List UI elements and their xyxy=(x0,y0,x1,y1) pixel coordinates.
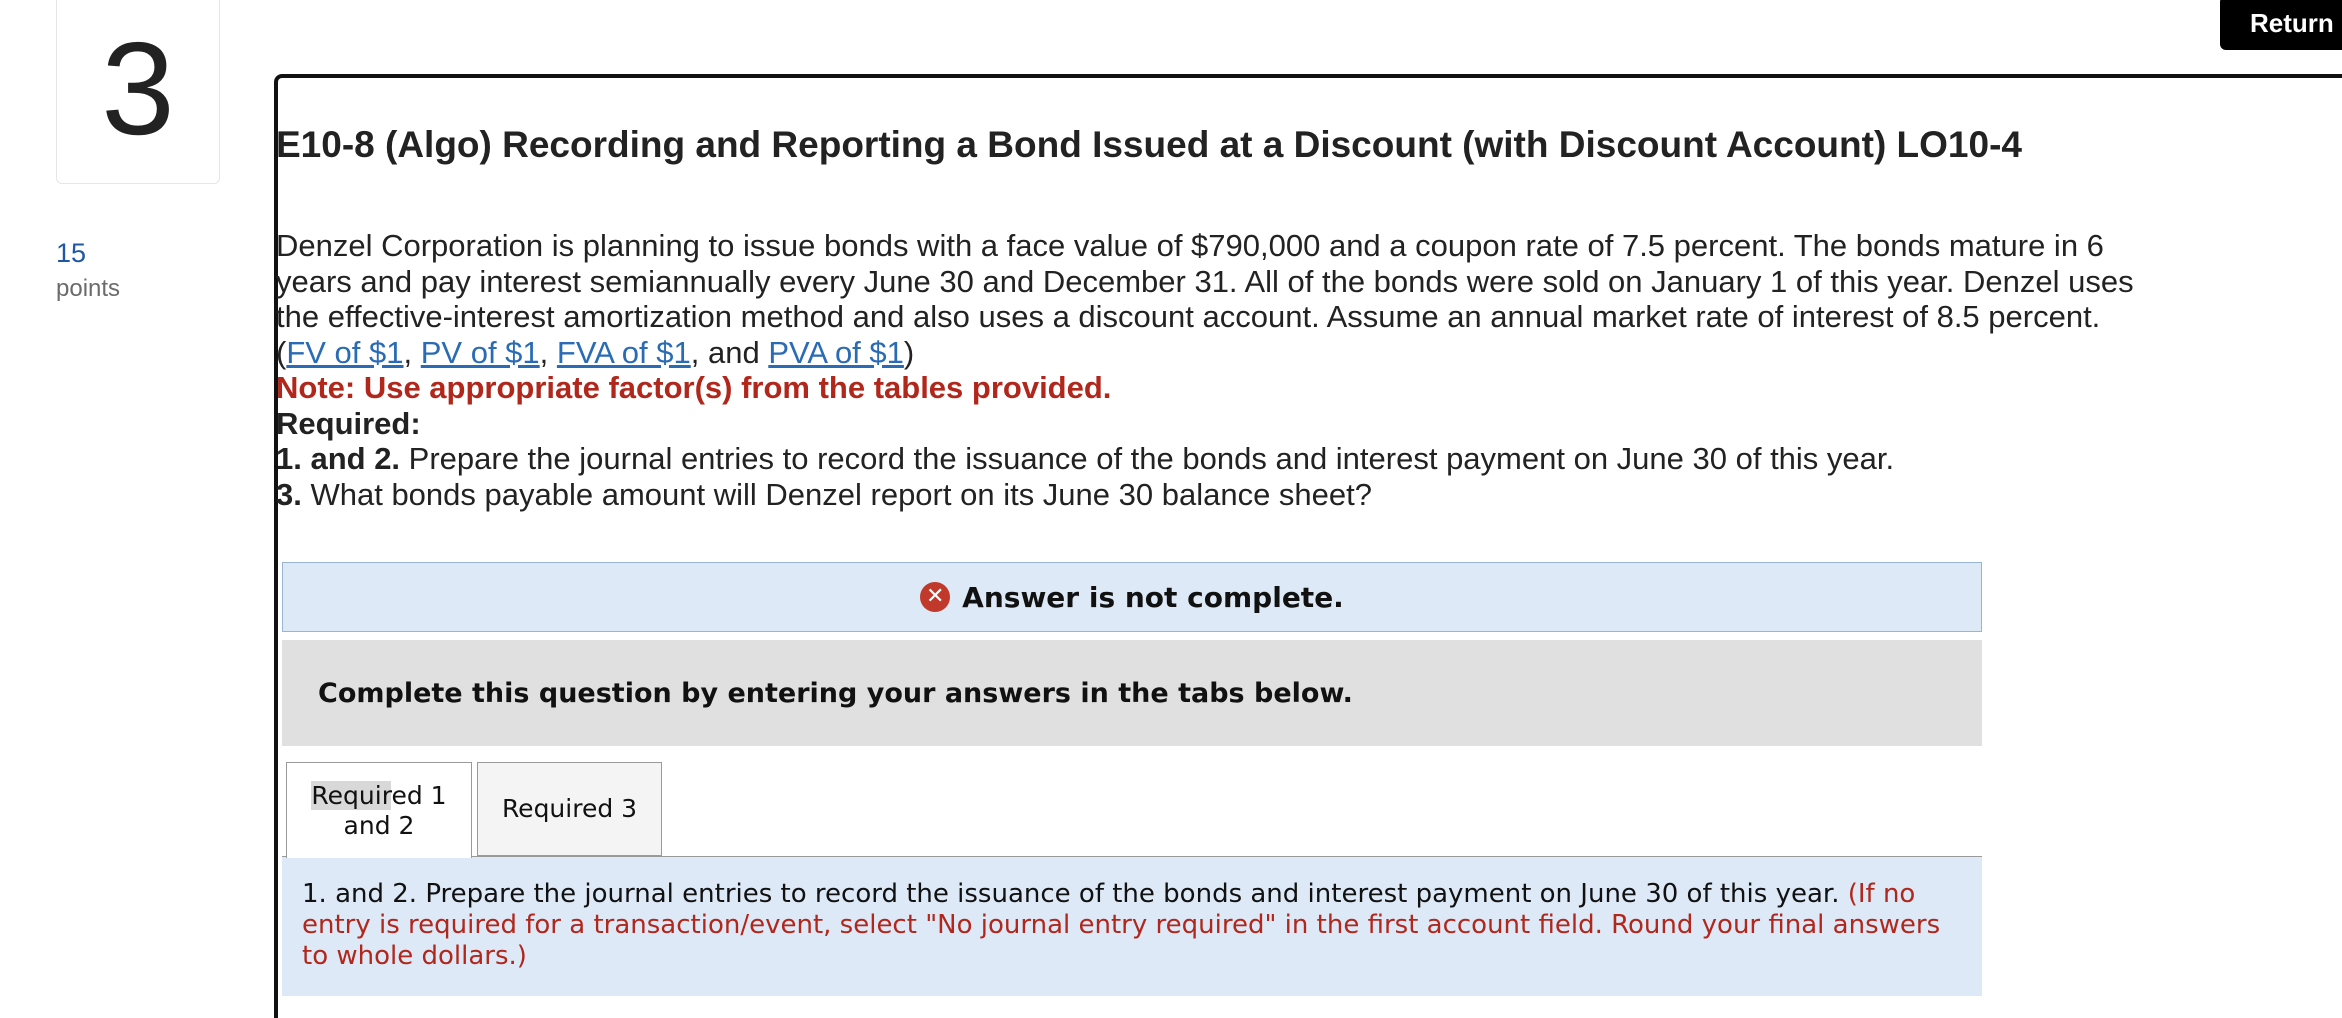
question-number-card: 3 xyxy=(56,0,220,184)
pv-table-link[interactable]: PV of $1 xyxy=(421,335,540,370)
tabs-instructions: Complete this question by entering your … xyxy=(282,640,1982,746)
answer-status-text: Answer is not complete. xyxy=(962,580,1344,614)
return-button[interactable]: Return xyxy=(2220,0,2342,50)
points-value: 15 xyxy=(56,238,87,268)
note-text: Note: Use appropriate factor(s) from the… xyxy=(276,370,1112,405)
requirement-3: 3. What bonds payable amount will Denzel… xyxy=(276,476,1373,512)
pva-table-link[interactable]: PVA of $1 xyxy=(768,335,904,370)
tab-required-3[interactable]: Required 3 xyxy=(477,762,662,856)
question-number: 3 xyxy=(101,15,175,162)
problem-title: E10-8 (Algo) Recording and Reporting a B… xyxy=(276,124,2022,165)
requirement-1-2: 1. and 2. Prepare the journal entries to… xyxy=(276,441,1895,476)
factor-table-links: (FV of $1, PV of $1, FVA of $1, and PVA … xyxy=(276,334,915,370)
answer-status-alert: ✕ Answer is not complete. xyxy=(282,562,1982,632)
required-heading: Required: xyxy=(276,405,421,441)
fv-table-link[interactable]: FV of $1 xyxy=(286,335,403,370)
tab-required-1-and-2[interactable]: Required 1 and 2 xyxy=(286,762,472,858)
tabs-instructions-text: Complete this question by entering your … xyxy=(318,677,1353,709)
problem-statement: Denzel Corporation is planning to issue … xyxy=(276,228,2176,512)
tab-required-3-label: Required 3 xyxy=(501,794,638,823)
problem-body: Denzel Corporation is planning to issue … xyxy=(276,228,2134,334)
points-label: points xyxy=(56,275,121,302)
error-x-icon: ✕ xyxy=(920,582,951,612)
fva-table-link[interactable]: FVA of $1 xyxy=(557,335,691,370)
tab-content-text: 1. and 2. Prepare the journal entries to… xyxy=(302,879,1840,909)
tab-content-panel: 1. and 2. Prepare the journal entries to… xyxy=(282,856,1982,996)
